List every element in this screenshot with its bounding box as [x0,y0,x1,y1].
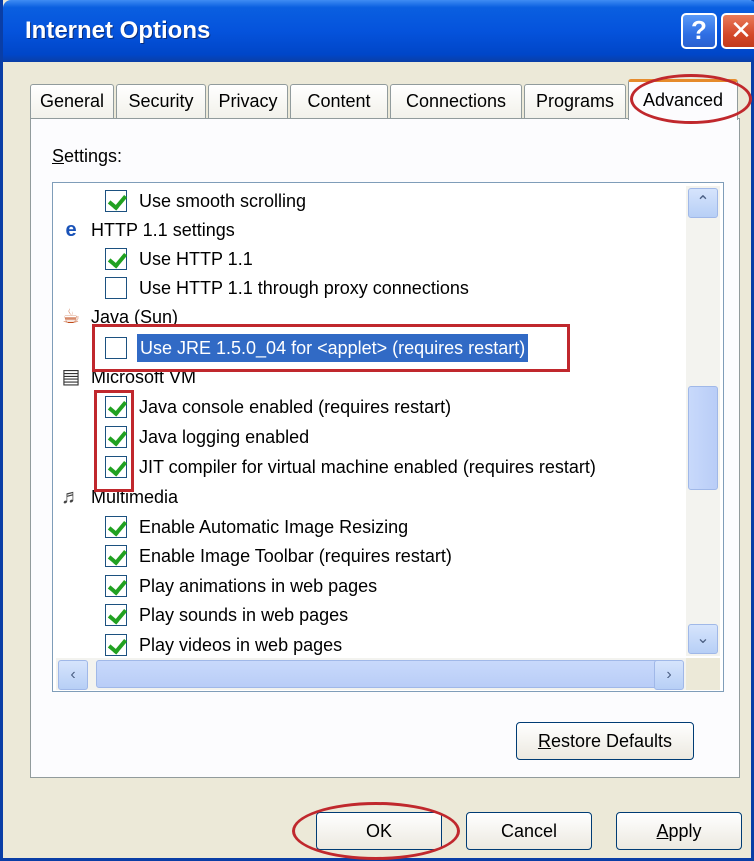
scroll-right-button[interactable]: › [654,660,684,690]
checkbox-play-animations[interactable] [105,575,127,597]
tab-security[interactable]: Security [116,84,206,118]
scroll-left-button[interactable]: ‹ [58,660,88,690]
tab-general[interactable]: General [30,84,114,118]
title-bar[interactable]: Internet Options ? ✕ [3,0,754,62]
window-title: Internet Options [25,17,211,44]
scroll-up-button[interactable]: ⌃ [688,188,718,218]
checkbox-smooth-scrolling[interactable] [105,190,127,212]
scroll-corner [686,658,720,690]
help-button[interactable]: ? [681,13,717,49]
vertical-scroll-thumb[interactable] [688,386,718,490]
tab-programs[interactable]: Programs [524,84,626,118]
close-button[interactable]: ✕ [721,13,754,49]
document-icon: ▤ [61,366,81,388]
cancel-button[interactable]: Cancel [466,812,592,850]
annotation-ellipse-ok-button [292,802,460,860]
checkbox-play-sounds[interactable] [105,604,127,626]
checkbox-image-toolbar[interactable] [105,545,127,567]
ie-icon: e [65,219,77,241]
checkbox-http-proxy[interactable] [105,277,127,299]
annotation-box-vm-checkboxes [94,390,134,492]
tab-privacy[interactable]: Privacy [208,84,288,118]
multimedia-icon: ♬ [61,486,81,508]
apply-button[interactable]: Apply [616,812,742,850]
horizontal-scroll-thumb[interactable] [96,660,676,688]
checkbox-play-videos[interactable] [105,634,127,656]
tab-content[interactable]: Content [290,84,388,118]
annotation-ellipse-advanced-tab [630,74,752,124]
checkbox-use-http[interactable] [105,248,127,270]
scroll-down-button[interactable]: ⌄ [688,624,718,654]
java-cup-icon: ☕ [62,306,80,328]
annotation-box-jre-setting [92,324,570,372]
tab-connections[interactable]: Connections [390,84,522,118]
settings-tree-list[interactable]: Use smooth scrolling e HTTP 1.1 settings… [52,182,724,692]
checkbox-image-resizing[interactable] [105,516,127,538]
restore-defaults-button[interactable]: Restore Defaults [516,722,694,760]
settings-label: Settings: [52,146,123,166]
